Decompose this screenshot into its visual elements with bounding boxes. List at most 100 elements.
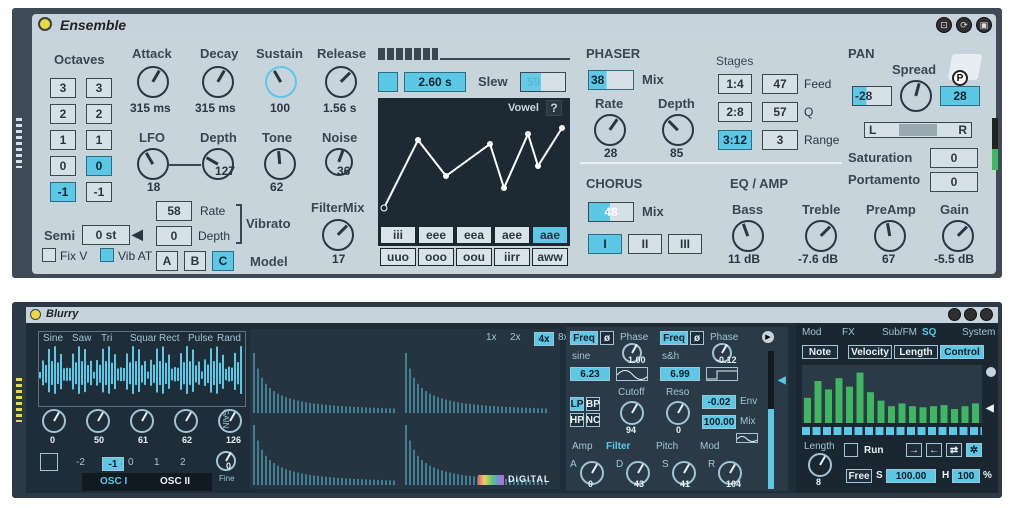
osc-knob[interactable]: [174, 409, 198, 433]
spread-knob[interactable]: [900, 80, 932, 112]
reso-knob[interactable]: [666, 401, 690, 425]
lfo-knob[interactable]: [137, 148, 169, 180]
semi-arrow-icon[interactable]: ◀: [132, 226, 143, 243]
lfo2-wave[interactable]: s&h: [662, 351, 679, 362]
length-knob[interactable]: [808, 453, 832, 477]
wave-label[interactable]: Pulse: [188, 333, 213, 344]
direction-forward[interactable]: →: [906, 443, 922, 457]
osc-knob[interactable]: [42, 409, 66, 433]
seq-bar[interactable]: [909, 406, 916, 423]
seq-bar[interactable]: [867, 392, 874, 423]
octave-right-button[interactable]: 1: [86, 130, 112, 150]
seq-bar[interactable]: [835, 378, 843, 423]
seq-bar[interactable]: [825, 389, 832, 423]
octave-left-button[interactable]: 0: [50, 156, 76, 176]
time-toggle[interactable]: [378, 72, 398, 92]
saturation-value[interactable]: 0: [930, 148, 978, 168]
model-c-button[interactable]: C: [212, 251, 234, 271]
seq-tab[interactable]: FX: [842, 327, 855, 338]
octave-offset[interactable]: 2: [180, 457, 186, 468]
filter-hp[interactable]: HP: [570, 413, 584, 427]
seq-bar[interactable]: [930, 406, 937, 423]
seq-subtab[interactable]: Note: [802, 345, 838, 359]
stage-2-8[interactable]: 2:8: [718, 102, 752, 122]
power-icon[interactable]: [38, 17, 52, 31]
hot-swap-icon[interactable]: ⟳: [956, 17, 972, 33]
octave-right-button[interactable]: 3: [86, 78, 112, 98]
direction-random[interactable]: ✲: [966, 443, 982, 457]
pan-width-slider[interactable]: L R: [864, 122, 972, 138]
osc-knob[interactable]: [218, 409, 242, 433]
vowel-button[interactable]: iirr: [494, 248, 530, 266]
filter-nc[interactable]: NC: [586, 413, 600, 427]
chorus-mix-value[interactable]: 48: [588, 202, 634, 222]
octave-left-button[interactable]: 3: [50, 78, 76, 98]
spectrum-display[interactable]: DiGiTAL 1x 2x 4x 8x: [250, 329, 569, 489]
lfo1-rate[interactable]: 6.23: [570, 367, 610, 381]
wave-label[interactable]: Rand: [217, 333, 241, 344]
vowel-button[interactable]: ooo: [418, 248, 454, 266]
release-knob[interactable]: [325, 66, 357, 98]
feed-value[interactable]: 47: [762, 74, 798, 94]
wave-label[interactable]: Saw: [72, 333, 91, 344]
bass-knob[interactable]: [732, 220, 764, 252]
scroll-knob[interactable]: [986, 367, 996, 377]
s-value[interactable]: 100.00: [886, 469, 936, 483]
zoom-button[interactable]: 1x: [486, 332, 497, 343]
lfo2-rate[interactable]: 6.99: [660, 367, 700, 381]
seq-bar[interactable]: [814, 381, 822, 423]
semi-value[interactable]: 0 st: [82, 225, 130, 245]
stage-3-12[interactable]: 3:12: [718, 130, 752, 150]
octave-offset[interactable]: -1: [102, 457, 124, 471]
pan-right-value[interactable]: 28: [940, 86, 980, 106]
save-preset-icon[interactable]: [948, 308, 961, 321]
seq-bar[interactable]: [888, 406, 895, 423]
pan-left-value[interactable]: -28: [852, 86, 892, 106]
seq-subtab[interactable]: Length: [894, 345, 938, 359]
h-value[interactable]: 100: [952, 469, 980, 483]
octave-right-button[interactable]: 0: [86, 156, 112, 176]
wave-label[interactable]: Squar: [130, 333, 157, 344]
vibat-checkbox[interactable]: [100, 248, 114, 262]
chorus-mode-iii[interactable]: III: [668, 234, 702, 254]
phaser-depth-knob[interactable]: [662, 114, 694, 146]
mix-value[interactable]: 100.00: [702, 415, 736, 429]
vowel-button[interactable]: eee: [418, 226, 454, 244]
sequencer-grid[interactable]: [802, 365, 982, 423]
lfo2-freq-button[interactable]: Freq: [660, 331, 688, 345]
lfo1-freq-button[interactable]: Freq: [570, 331, 598, 345]
lfo1-wave[interactable]: sine: [572, 351, 590, 362]
q-value[interactable]: 57: [762, 102, 798, 122]
octave-left-button[interactable]: 2: [50, 104, 76, 124]
filter-lp[interactable]: LP: [570, 397, 584, 411]
seq-tab[interactable]: SQ: [922, 327, 936, 338]
seq-bar[interactable]: [877, 400, 885, 423]
osc-i-tab[interactable]: OSC I: [100, 476, 127, 487]
wave-label[interactable]: Rect: [159, 333, 180, 344]
slew-value[interactable]: 59: [520, 72, 566, 92]
direction-back[interactable]: ←: [926, 443, 942, 457]
octave-offset[interactable]: -2: [76, 457, 85, 468]
meter-arrow-icon[interactable]: ◀: [778, 375, 786, 386]
octave-left-button[interactable]: -1: [50, 182, 76, 202]
tab-pitch[interactable]: Pitch: [656, 441, 678, 452]
cutoff-knob[interactable]: [620, 401, 644, 425]
seq-bar[interactable]: [804, 397, 811, 423]
vowel-button[interactable]: aee: [494, 226, 530, 244]
filter-bp[interactable]: BP: [586, 397, 600, 411]
seq-bar[interactable]: [940, 405, 948, 423]
treble-knob[interactable]: [805, 220, 837, 252]
osc-knob[interactable]: [130, 409, 154, 433]
vowel-display[interactable]: Vowel ?: [378, 98, 570, 246]
save-icon[interactable]: [980, 308, 993, 321]
preamp-knob[interactable]: [874, 220, 906, 252]
osc-ii-tab[interactable]: OSC II: [160, 476, 190, 487]
fixv-checkbox[interactable]: [42, 248, 56, 262]
octave-right-button[interactable]: -1: [86, 182, 112, 202]
seq-bar[interactable]: [919, 407, 927, 423]
model-b-button[interactable]: B: [184, 251, 206, 271]
phaser-rate-knob[interactable]: [594, 114, 626, 146]
lfo1-phase-reset[interactable]: ø: [600, 331, 614, 345]
time-value[interactable]: 2.60 s: [404, 72, 466, 92]
stage-1-4[interactable]: 1:4: [718, 74, 752, 94]
